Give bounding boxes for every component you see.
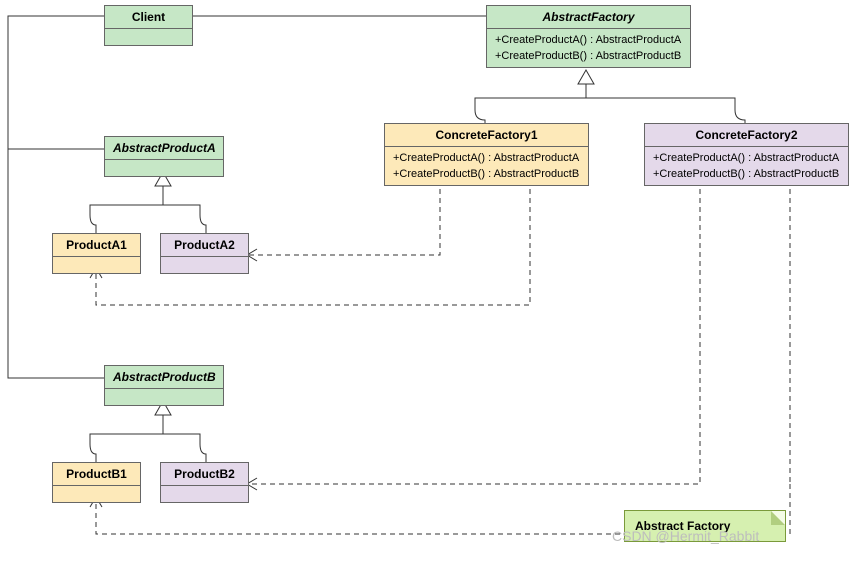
class-name: AbstractProductA [105, 137, 223, 160]
class-body [161, 486, 248, 502]
method: +CreateProductA() : AbstractProductA [653, 150, 840, 166]
class-body [105, 389, 223, 405]
class-name: ConcreteFactory1 [385, 124, 588, 147]
class-body [161, 257, 248, 273]
class-product-b1: ProductB1 [52, 462, 141, 503]
class-name: AbstractFactory [487, 6, 690, 29]
class-body [105, 160, 223, 176]
method: +CreateProductB() : AbstractProductB [653, 166, 840, 182]
class-abstract-factory: AbstractFactory +CreateProductA() : Abst… [486, 5, 691, 68]
class-client: Client [104, 5, 193, 46]
method: +CreateProductB() : AbstractProductB [495, 48, 682, 64]
method: +CreateProductA() : AbstractProductA [495, 32, 682, 48]
class-name: ProductB1 [53, 463, 140, 486]
class-body [53, 486, 140, 502]
class-abstract-product-b: AbstractProductB [104, 365, 224, 406]
class-name: ProductA1 [53, 234, 140, 257]
uml-canvas: Client AbstractFactory +CreateProductA()… [0, 0, 859, 575]
class-body: +CreateProductA() : AbstractProductA +Cr… [645, 147, 848, 185]
class-body: +CreateProductA() : AbstractProductA +Cr… [487, 29, 690, 67]
class-body [105, 29, 192, 45]
class-name: ProductB2 [161, 463, 248, 486]
class-name: AbstractProductB [105, 366, 223, 389]
class-product-b2: ProductB2 [160, 462, 249, 503]
watermark-text: CSDN @Hermit_Rabbit [612, 528, 759, 544]
class-body [53, 257, 140, 273]
class-abstract-product-a: AbstractProductA [104, 136, 224, 177]
class-name: ProductA2 [161, 234, 248, 257]
class-concrete-factory-1: ConcreteFactory1 +CreateProductA() : Abs… [384, 123, 589, 186]
class-name: Client [105, 6, 192, 29]
class-concrete-factory-2: ConcreteFactory2 +CreateProductA() : Abs… [644, 123, 849, 186]
class-body: +CreateProductA() : AbstractProductA +Cr… [385, 147, 588, 185]
class-name: ConcreteFactory2 [645, 124, 848, 147]
method: +CreateProductA() : AbstractProductA [393, 150, 580, 166]
class-product-a1: ProductA1 [52, 233, 141, 274]
class-product-a2: ProductA2 [160, 233, 249, 274]
method: +CreateProductB() : AbstractProductB [393, 166, 580, 182]
